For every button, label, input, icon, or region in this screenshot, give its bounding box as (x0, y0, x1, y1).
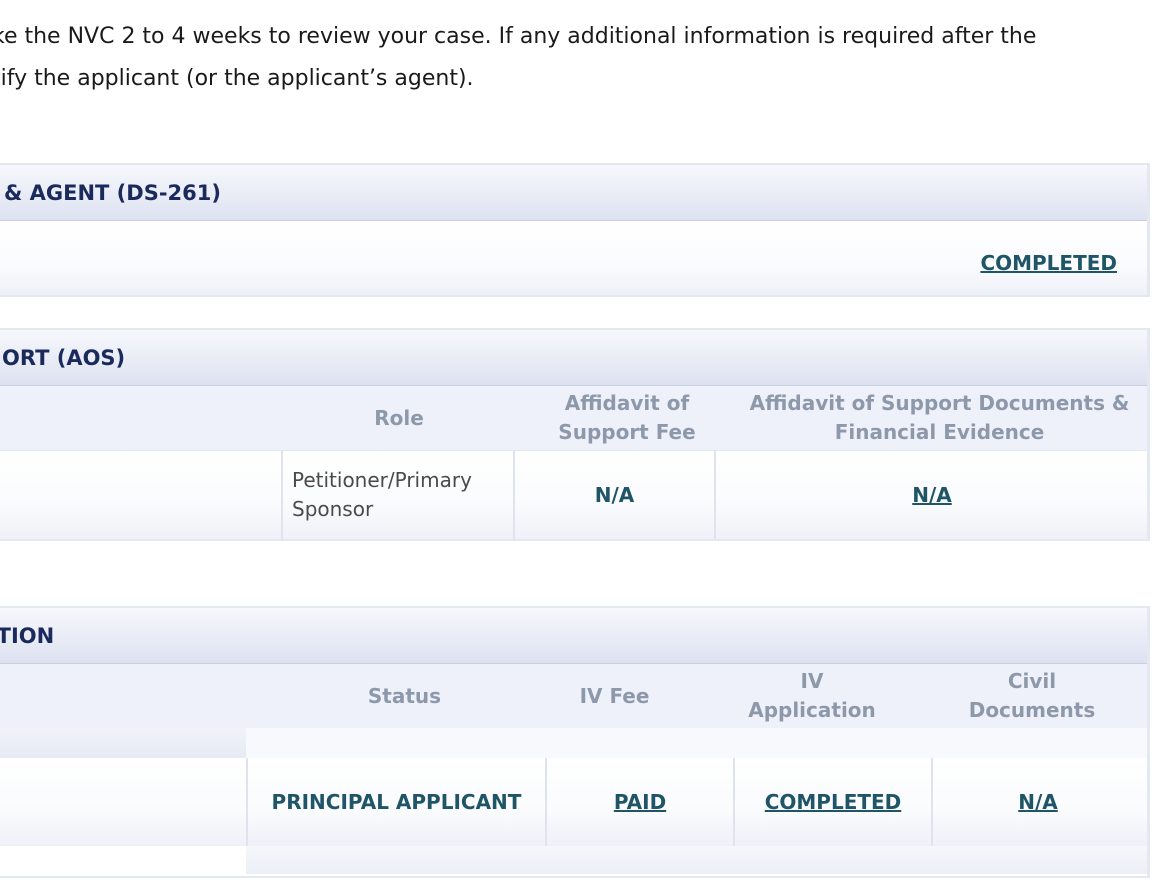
application-footer-left (0, 846, 246, 874)
aos-table-row: Petitioner/Primary Sponsor N/A N/A (0, 451, 1147, 539)
aos-fee-cell: N/A (515, 451, 714, 539)
aos-panel: ORT (AOS) Role Affidavit of Support Fee … (0, 328, 1150, 541)
intro-text: ke the NVC 2 to 4 weeks to review your c… (0, 16, 1172, 100)
application-header-app: IV Application (748, 669, 876, 722)
ds261-status-row: COMPLETED (0, 221, 1147, 295)
ds261-status-link[interactable]: COMPLETED (980, 221, 1117, 305)
application-status-cell: PRINCIPAL APPLICANT (248, 758, 545, 846)
application-footer-right (246, 846, 1147, 874)
application-app-link[interactable]: COMPLETED (765, 790, 902, 814)
intro-line-2: tify the applicant (or the applicant’s a… (0, 66, 474, 91)
aos-docs-cell: N/A (716, 451, 1148, 539)
application-spacer-left (0, 728, 246, 758)
application-app-cell: COMPLETED (735, 758, 931, 846)
aos-role-text: Petitioner/Primary Sponsor (292, 468, 472, 521)
application-spacer-right (246, 728, 1147, 758)
aos-docs-link[interactable]: N/A (912, 483, 952, 507)
application-header-status: Status (367, 683, 442, 708)
application-civil-link[interactable]: N/A (1018, 790, 1058, 814)
application-panel: ATION Status IV Fee IV Application Civil… (0, 606, 1150, 878)
application-fee-cell: PAID (547, 758, 733, 846)
application-table-row: PRINCIPAL APPLICANT PAID COMPLETED N/A (0, 758, 1147, 846)
application-spacer-row (0, 728, 1147, 758)
ds261-panel: & AGENT (DS-261) COMPLETED (0, 163, 1150, 297)
application-header-fee: IV Fee (579, 683, 650, 708)
application-footer-row (0, 846, 1147, 874)
application-header-civil: Civil Documents (968, 669, 1096, 722)
aos-divider-1 (281, 451, 283, 539)
application-status-value: PRINCIPAL APPLICANT (271, 790, 522, 814)
application-panel-title: ATION (0, 608, 1147, 664)
aos-header-docs: Affidavit of Support Documents & Financi… (749, 391, 1130, 444)
aos-header-row: Role Affidavit of Support Fee Affidavit … (0, 386, 1147, 451)
aos-fee-value: N/A (594, 483, 635, 507)
application-header-row: Status IV Fee IV Application Civil Docum… (0, 664, 1147, 728)
application-fee-link[interactable]: PAID (614, 790, 666, 814)
application-civil-cell: N/A (933, 758, 1143, 846)
intro-line-1: ke the NVC 2 to 4 weeks to review your c… (0, 24, 1037, 49)
aos-header-fee: Affidavit of Support Fee (558, 391, 696, 444)
aos-role-cell: Petitioner/Primary Sponsor (292, 451, 502, 539)
aos-panel-title: ORT (AOS) (0, 330, 1147, 386)
aos-header-role: Role (374, 405, 424, 430)
ds261-panel-title: & AGENT (DS-261) (0, 165, 1147, 221)
